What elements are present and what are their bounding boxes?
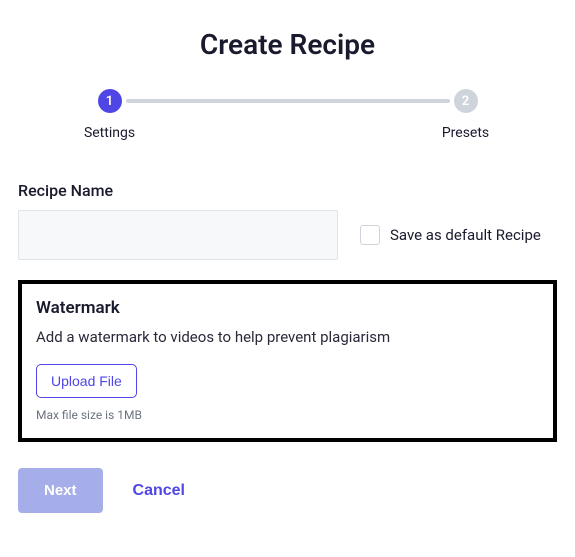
- step-1-circle[interactable]: 1: [98, 89, 122, 113]
- watermark-section: Watermark Add a watermark to videos to h…: [18, 280, 557, 442]
- step-1-label: Settings: [80, 125, 140, 141]
- recipe-name-row: Save as default Recipe: [18, 210, 557, 260]
- stepper: 1 2: [98, 89, 478, 113]
- page-title: Create Recipe: [18, 28, 557, 61]
- upload-file-button[interactable]: Upload File: [36, 364, 137, 398]
- step-line: [126, 99, 450, 103]
- next-button[interactable]: Next: [18, 468, 103, 513]
- watermark-title: Watermark: [36, 298, 539, 318]
- save-default-checkbox[interactable]: [360, 225, 380, 245]
- recipe-name-label: Recipe Name: [18, 181, 557, 200]
- watermark-description: Add a watermark to videos to help preven…: [36, 328, 539, 346]
- file-size-hint: Max file size is 1MB: [36, 408, 539, 422]
- step-labels: Settings Presets: [98, 125, 478, 141]
- step-2-label: Presets: [436, 125, 496, 141]
- cancel-button[interactable]: Cancel: [133, 482, 185, 500]
- recipe-name-input[interactable]: [18, 210, 338, 260]
- action-row: Next Cancel: [18, 468, 557, 513]
- step-2-circle[interactable]: 2: [454, 89, 478, 113]
- save-default-label: Save as default Recipe: [390, 226, 541, 244]
- save-default-wrap: Save as default Recipe: [360, 225, 541, 245]
